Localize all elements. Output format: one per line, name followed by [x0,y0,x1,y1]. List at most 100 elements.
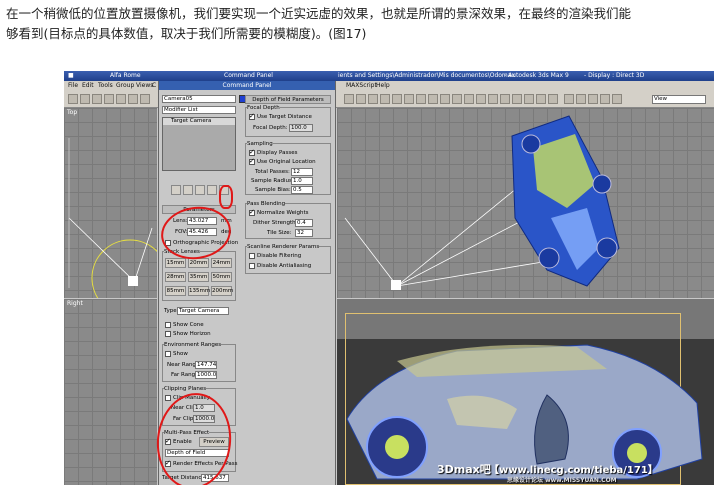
scanline-label: Scanline Renderer Params [247,244,320,250]
snap-icon[interactable] [512,94,522,104]
remove-modifier-icon[interactable] [207,185,217,195]
scanline-group [245,246,331,274]
menu-maxscript[interactable]: MAXScript [346,81,377,91]
dither-field[interactable]: 0.4 [295,219,313,227]
use-original-label: Use Original Location [257,159,316,165]
render-icon[interactable] [488,94,498,104]
disable-antialiasing-checkbox[interactable] [249,263,255,269]
select-region-icon[interactable] [356,94,366,104]
app-icon: ■ [68,72,74,79]
dither-label: Dither Strength: [253,220,298,226]
use-target-checkbox[interactable] [249,112,255,120]
lens-button-35mm[interactable]: 35mm [188,272,209,282]
disable-filtering-label: Disable Filtering [257,253,302,259]
mirror-icon[interactable] [404,94,414,104]
stack-item-target-camera[interactable]: Target Camera [163,118,235,125]
show-cone-label: Show Cone [173,322,204,328]
env-show-checkbox[interactable] [165,351,171,357]
viewport-grid-right [64,299,157,485]
type-dropdown[interactable]: Target Camera [177,307,229,315]
menu-c[interactable]: C [152,81,156,91]
sample-radius-field[interactable]: 1.0 [291,177,313,185]
show-horizon-checkbox[interactable] [165,331,171,337]
panel-empty-area [245,279,331,485]
viewport-right[interactable]: Right [64,299,157,485]
lens-button-28mm[interactable]: 28mm [165,272,186,282]
caption-line-2: 够看到(目标点的具体数值，取决于我们所需要的模糊度)。(图17) [6,26,367,41]
move-tool-icon[interactable] [368,94,378,104]
camera-cone-top [68,138,157,298]
layer-icon[interactable] [428,94,438,104]
named-selection-icon[interactable] [564,94,574,104]
sample-bias-field[interactable]: 0.5 [291,186,313,194]
schematic-icon[interactable] [452,94,462,104]
viewport-top[interactable]: Top [64,108,157,298]
lens-button-200mm[interactable]: 200mm [211,286,233,296]
mirror-tool-icon[interactable] [576,94,586,104]
rotate-icon[interactable] [128,94,138,104]
render-setup-icon[interactable] [476,94,486,104]
menu-views[interactable]: Views [136,81,153,91]
article-caption: 在一个稍微低的位置放置摄像机，我们要实现一个近实远虚的效果，也就是所谓的景深效果… [6,4,710,44]
align-icon[interactable] [416,94,426,104]
near-range-field[interactable]: 147.74 [195,361,217,369]
total-passes-field[interactable]: 12 [291,168,313,176]
normalize-weights-checkbox[interactable] [249,208,255,216]
lens-button-135mm[interactable]: 135mm [188,286,210,296]
tile-size-label: Tile Size: [267,230,292,236]
show-cone-checkbox[interactable] [165,322,171,328]
focal-depth-value-label: Focal Depth: [253,125,288,131]
show-end-result-icon[interactable] [183,185,193,195]
teapot-icon[interactable] [612,94,622,104]
quick-render-icon[interactable] [500,94,510,104]
car-wireframe-render [346,344,703,480]
watermark-brand: 3Dmax吧 [437,463,491,476]
link-icon[interactable] [92,94,102,104]
env-ranges-label: Environment Ranges [164,342,222,348]
tile-size-field[interactable]: 32 [295,229,313,237]
disable-filtering-checkbox[interactable] [249,253,255,259]
focal-depth-field[interactable]: 100.0 [289,124,313,132]
lens-button-15mm[interactable]: 15mm [165,258,186,268]
lens-button-50mm[interactable]: 50mm [211,272,232,282]
menu-group[interactable]: Group [116,81,134,91]
display-passes-label: Display Passes [257,150,298,156]
angle-snap-icon[interactable] [524,94,534,104]
spinner-snap-icon[interactable] [548,94,558,104]
lens-button-85mm[interactable]: 85mm [165,286,186,296]
use-original-checkbox[interactable] [249,157,255,165]
sample-radius-label: Sample Radius: [251,178,294,184]
far-range-field[interactable]: 1000.0 [195,371,217,379]
menu-tools[interactable]: Tools [98,81,113,91]
select-object-icon[interactable] [344,94,354,104]
rotate-tool-icon[interactable] [380,94,390,104]
select-icon[interactable] [104,94,114,104]
pin-stack-icon[interactable] [171,185,181,195]
undo-icon[interactable] [68,94,78,104]
menu-help[interactable]: Help [376,81,390,91]
display-passes-checkbox[interactable] [249,148,255,156]
menu-edit[interactable]: Edit [82,81,94,91]
lens-button-24mm[interactable]: 24mm [211,258,232,268]
object-name-field[interactable]: Camera05 [162,95,236,103]
clip-manually-checkbox[interactable] [165,395,171,401]
dof-rollout[interactable]: Depth of Field Parameters [245,95,331,104]
focal-depth-label: Focal Depth [247,105,280,111]
make-unique-icon[interactable] [195,185,205,195]
modifier-list-dropdown[interactable]: Modifier List [162,106,236,114]
normal-align-icon[interactable] [600,94,610,104]
material-editor-icon[interactable] [464,94,474,104]
viewport-perspective-top[interactable] [337,108,714,298]
lens-button-20mm[interactable]: 20mm [188,258,209,268]
menu-file[interactable]: File [68,81,78,91]
move-icon[interactable] [116,94,126,104]
view-select[interactable]: View [652,95,706,104]
curve-editor-icon[interactable] [440,94,450,104]
scale-tool-icon[interactable] [392,94,402,104]
viewport-perspective[interactable]: 3Dmax吧 【www.linecg.com/tieba/171】 思缘设计论坛… [337,299,714,485]
array-icon[interactable] [588,94,598,104]
red-annotation-mark-small [219,185,233,209]
percent-snap-icon[interactable] [536,94,546,104]
scale-icon[interactable] [140,94,150,104]
redo-icon[interactable] [80,94,90,104]
